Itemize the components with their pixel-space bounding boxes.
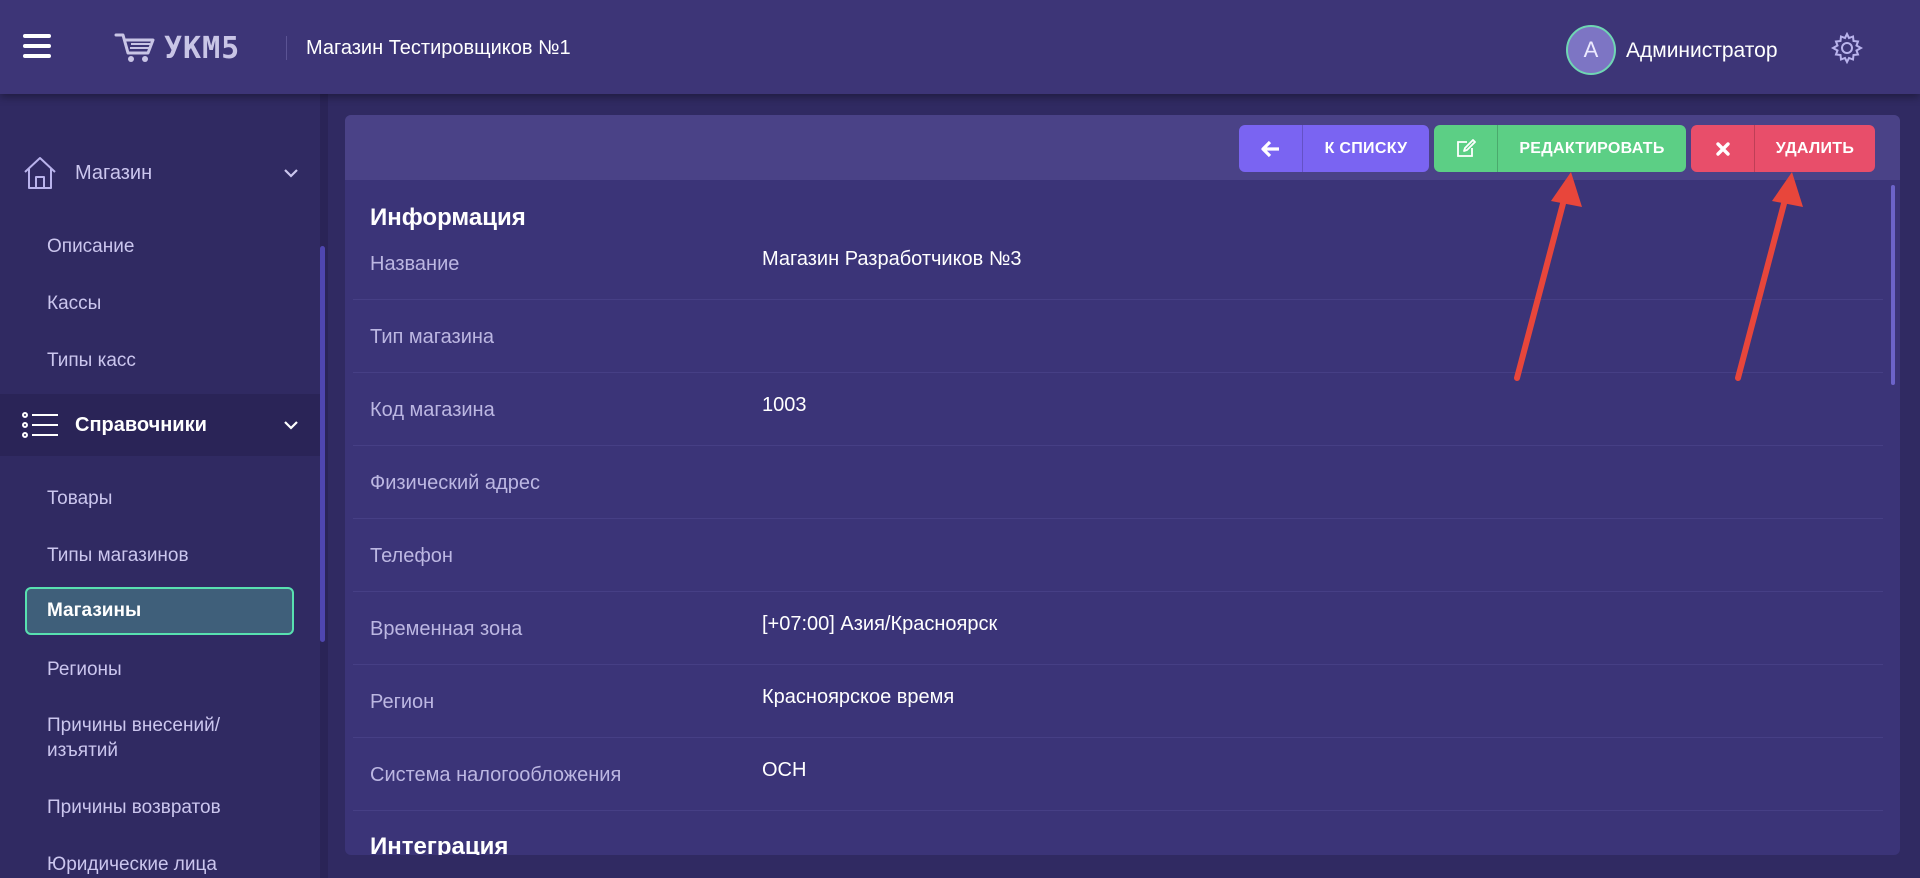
field-label: Регион: [370, 691, 435, 713]
field-value: Красноярское время: [762, 686, 955, 708]
field-value: 1003: [762, 394, 807, 416]
field-row-store-code: Код магазина 1003: [353, 373, 1883, 446]
sidebar-scrollbar-thumb[interactable]: [320, 246, 325, 642]
edit-icon: [1434, 125, 1498, 172]
sidebar-item-registers[interactable]: Кассы: [47, 291, 101, 316]
edit-label: РЕДАКТИРОВАТЬ: [1519, 139, 1665, 157]
delete-button[interactable]: УДАЛИТЬ: [1691, 125, 1875, 172]
cart-icon: [114, 33, 155, 62]
sidebar: Магазин Описание Кассы Типы касс Справоч…: [0, 94, 320, 878]
header-divider: [286, 36, 287, 60]
sidebar-item-label: Магазины: [47, 600, 142, 621]
sidebar-group-references[interactable]: Справочники: [0, 394, 320, 456]
field-value: Магазин Разработчиков №3: [762, 248, 1022, 270]
delete-label: УДАЛИТЬ: [1775, 139, 1855, 157]
sidebar-group-label: Магазин: [75, 161, 153, 184]
sidebar-group-store[interactable]: Магазин: [0, 142, 320, 204]
chevron-down-icon: [284, 169, 298, 178]
current-store-title[interactable]: Магазин Тестировщиков №1: [306, 37, 571, 60]
field-row-timezone: Временная зона [+07:00] Азия/Красноярск: [353, 592, 1883, 665]
field-label: Физический адрес: [370, 472, 540, 494]
section-title-integration: Интеграция: [370, 833, 509, 855]
sidebar-item-return-reasons[interactable]: Причины возвратов: [47, 795, 221, 820]
field-value: ОСН: [762, 759, 807, 781]
field-label: Название: [370, 253, 460, 275]
user-name[interactable]: Администратор: [1626, 39, 1778, 63]
field-label: Система налогообложения: [370, 764, 622, 786]
content-scrollbar-thumb[interactable]: [1891, 185, 1895, 385]
menu-icon[interactable]: [23, 34, 51, 58]
sidebar-item-description[interactable]: Описание: [47, 234, 134, 259]
field-label: Временная зона: [370, 618, 523, 640]
field-value: [+07:00] Азия/Красноярск: [762, 613, 998, 635]
back-to-list-button[interactable]: К СПИСКУ: [1239, 125, 1429, 172]
field-label: Телефон: [370, 545, 453, 567]
sidebar-item-store-types[interactable]: Типы магазинов: [47, 543, 189, 568]
logo-text: УКМ5: [164, 30, 241, 66]
field-row-store-type: Тип магазина: [353, 300, 1883, 373]
field-row-tax-system: Система налогообложения ОСН: [353, 738, 1883, 811]
field-label: Тип магазина: [370, 326, 495, 348]
list-icon: [22, 412, 58, 438]
field-row-name: Название Магазин Разработчиков №3: [353, 227, 1883, 300]
field-row-address: Физический адрес: [353, 446, 1883, 519]
back-to-list-label: К СПИСКУ: [1324, 139, 1408, 157]
edit-button[interactable]: РЕДАКТИРОВАТЬ: [1434, 125, 1686, 172]
top-bar: УКМ5 Магазин Тестировщиков №1 А Админист…: [0, 0, 1920, 94]
field-row-phone: Телефон: [353, 519, 1883, 592]
store-details-panel: К СПИСКУ РЕДАКТИРОВАТЬ УДАЛИТЬ Информаци…: [345, 115, 1900, 855]
field-row-region: Регион Красноярское время: [353, 665, 1883, 738]
toolbar: К СПИСКУ РЕДАКТИРОВАТЬ УДАЛИТЬ: [345, 115, 1900, 181]
sidebar-item-legal-entities[interactable]: Юридические лица: [47, 852, 217, 877]
sidebar-item-register-types[interactable]: Типы касс: [47, 348, 136, 373]
logo[interactable]: УКМ5: [114, 28, 240, 68]
gear-icon[interactable]: [1831, 32, 1863, 64]
sidebar-item-cash-reasons[interactable]: Причины внесений/ изъятий: [47, 713, 277, 763]
field-label: Код магазина: [370, 399, 495, 421]
avatar[interactable]: А: [1566, 25, 1616, 75]
close-icon: [1691, 125, 1755, 172]
chevron-down-icon: [284, 421, 298, 430]
details-content: Информация Название Магазин Разработчико…: [345, 181, 1888, 855]
sidebar-group-label: Справочники: [75, 413, 207, 436]
sidebar-item-products[interactable]: Товары: [47, 486, 112, 511]
home-icon: [24, 157, 56, 189]
sidebar-item-stores[interactable]: Магазины: [25, 587, 294, 635]
sidebar-item-regions[interactable]: Регионы: [47, 657, 122, 682]
arrow-left-icon: [1239, 125, 1303, 172]
